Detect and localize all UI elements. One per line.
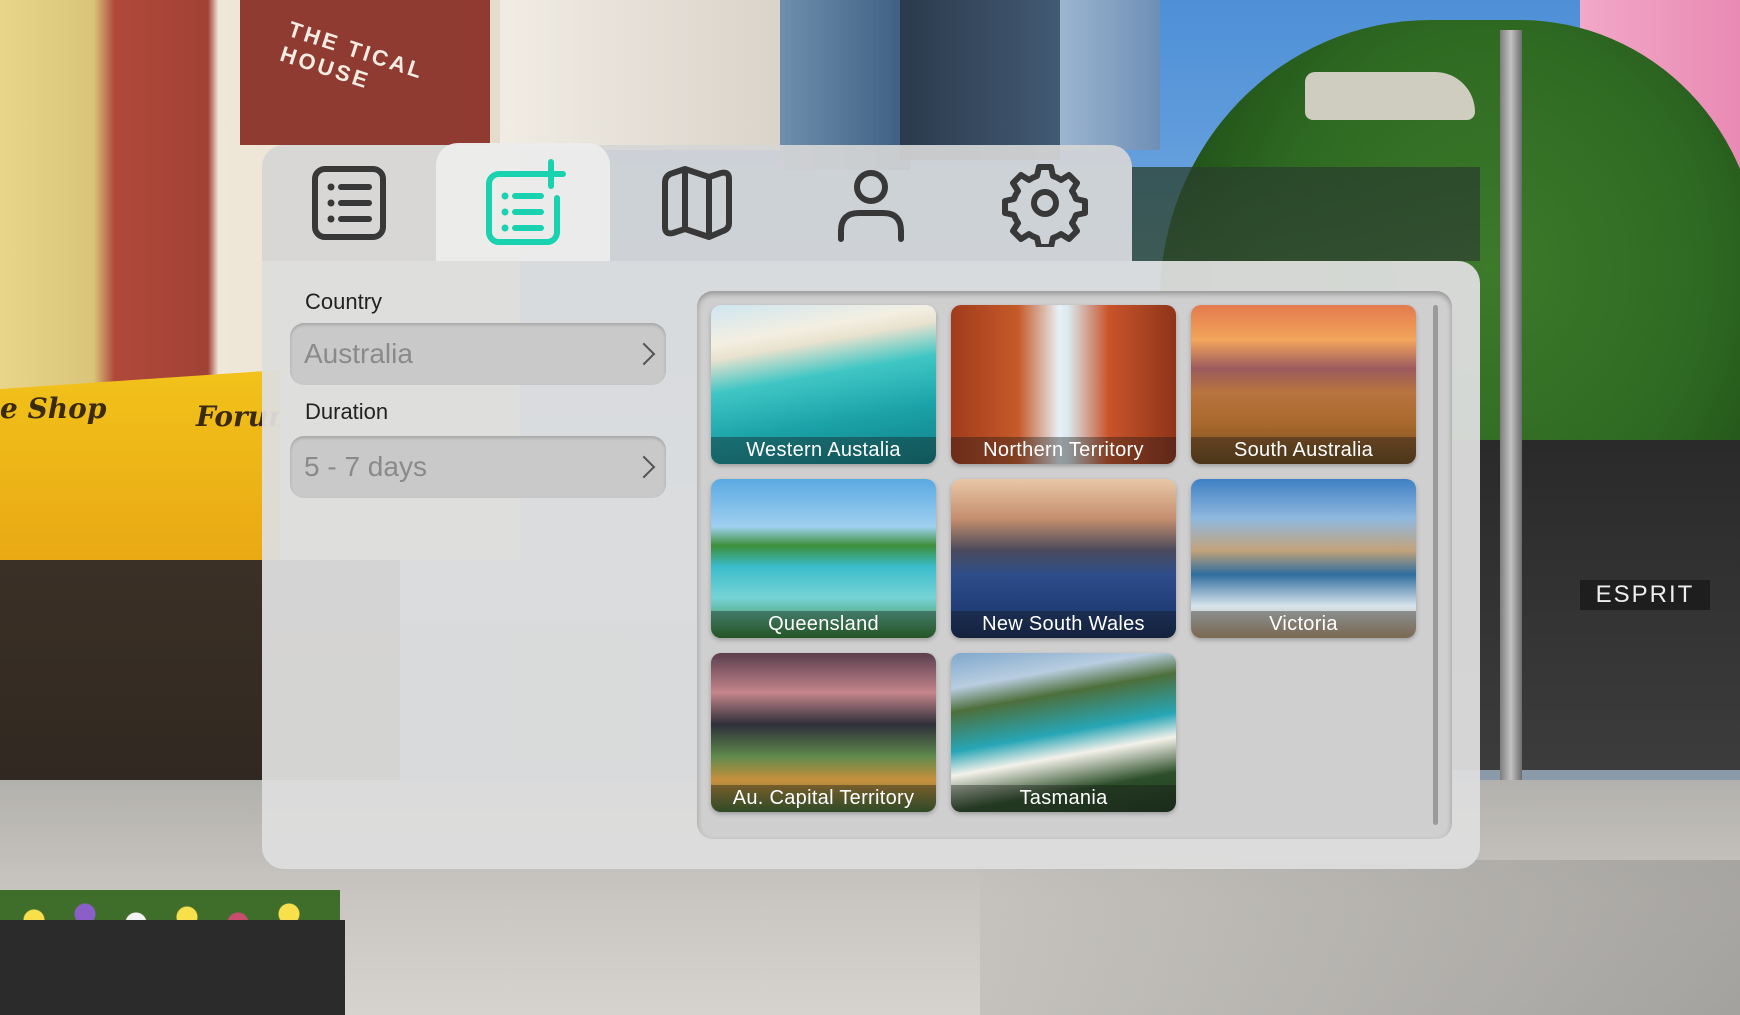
region-label: New South Wales	[951, 611, 1176, 638]
building-sign-text: THE TICAL HOUSE	[277, 16, 428, 94]
add-list-icon	[486, 159, 566, 245]
store-sign: ESPRIT	[1580, 580, 1710, 610]
tab-map[interactable]	[610, 145, 784, 261]
region-label: Au. Capital Territory	[711, 785, 936, 812]
region-tile-south-australia[interactable]: South Australia	[1191, 305, 1416, 464]
building-middle	[500, 0, 800, 150]
region-label: Queensland	[711, 611, 936, 638]
storefronts: ESPRIT	[1450, 440, 1740, 770]
tab-profile[interactable]	[784, 145, 958, 261]
country-value: Australia	[304, 338, 413, 369]
region-label: South Australia	[1191, 437, 1416, 464]
planter	[0, 920, 345, 1015]
scrollbar[interactable]	[1433, 305, 1438, 825]
region-tile-northern-territory[interactable]: Northern Territory	[951, 305, 1176, 464]
background-strip	[1132, 167, 1480, 261]
region-tile-western-australia[interactable]: Western Austalia	[711, 305, 936, 464]
region-grid: Western Austalia Northern Territory Sout…	[697, 291, 1452, 839]
region-tile-queensland[interactable]: Queensland	[711, 479, 936, 638]
region-tile-au-capital-territory[interactable]: Au. Capital Territory	[711, 653, 936, 812]
tab-bar	[262, 143, 1132, 261]
region-tile-new-south-wales[interactable]: New South Wales	[951, 479, 1176, 638]
tab-list[interactable]	[262, 145, 436, 261]
tower	[900, 0, 1060, 160]
tower	[1060, 0, 1160, 150]
country-label: Country	[305, 289, 383, 314]
shadow	[980, 860, 1740, 1015]
region-label: Northern Territory	[951, 437, 1176, 464]
chevron-right-icon	[632, 342, 656, 366]
map-icon	[662, 166, 732, 240]
duration-value: 5 - 7 days	[304, 451, 427, 482]
region-tile-victoria[interactable]: Victoria	[1191, 479, 1416, 638]
duration-select[interactable]: 5 - 7 days	[290, 436, 666, 498]
street-lamp-head	[1305, 72, 1475, 120]
chevron-right-icon	[632, 455, 656, 479]
street-lamp-pole	[1500, 30, 1522, 910]
duration-label: Duration	[305, 399, 389, 424]
region-label: Victoria	[1191, 611, 1416, 638]
trip-planner-window: Country Australia Duration 5 - 7 days We…	[262, 261, 1480, 869]
umbrella-text: e Shop	[0, 392, 107, 425]
cafe-umbrella: e Shop Forun	[0, 370, 280, 560]
region-tile-tasmania[interactable]: Tasmania	[951, 653, 1176, 812]
tab-settings[interactable]	[958, 145, 1132, 261]
country-select[interactable]: Australia	[290, 323, 666, 385]
settings-icon	[1002, 164, 1088, 247]
building-sign: THE TICAL HOUSE	[240, 0, 490, 145]
region-label: Tasmania	[951, 785, 1176, 812]
list-icon	[312, 166, 386, 240]
region-label: Western Austalia	[711, 437, 936, 464]
tab-add-list[interactable]	[436, 143, 610, 261]
profile-icon	[838, 170, 904, 242]
